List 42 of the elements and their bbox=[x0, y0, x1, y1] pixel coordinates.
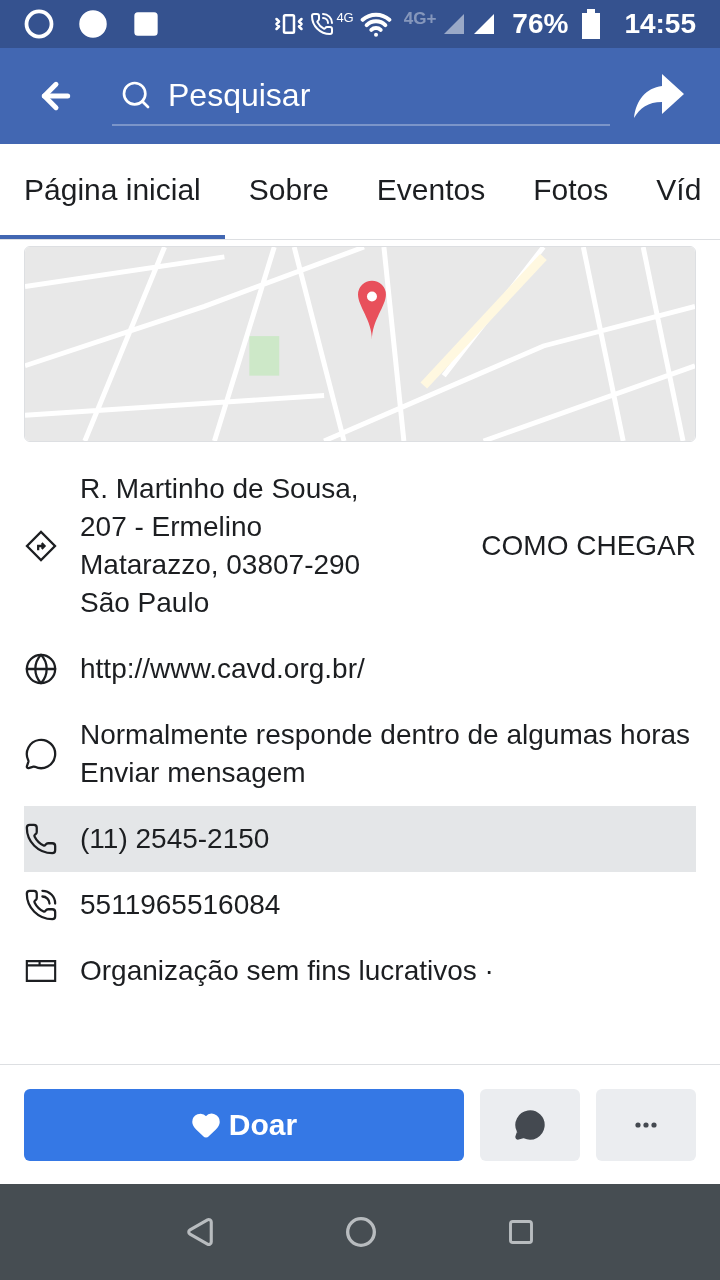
home-icon[interactable] bbox=[345, 1216, 377, 1248]
search-field[interactable]: Pesquisar bbox=[112, 66, 610, 126]
info-text: Normalmente responde dentro de algumas horas bbox=[80, 718, 692, 752]
search-input[interactable]: Pesquisar bbox=[168, 71, 568, 119]
send-message-link[interactable]: Enviar mensagem bbox=[80, 754, 696, 792]
network-label: 4G bbox=[336, 9, 354, 28]
info-text: R. Martinho de Sousa, 207 - Ermelino Matarazzo, 03807-290 São Paulo bbox=[80, 472, 362, 620]
tab[interactable]: Víd bbox=[632, 144, 720, 239]
more-icon bbox=[635, 1121, 657, 1128]
recents-icon[interactable] bbox=[507, 1218, 535, 1246]
info-row[interactable]: Organização sem fins lucrativos · bbox=[24, 938, 696, 1004]
tab[interactable]: Eventos bbox=[352, 144, 510, 239]
clock: 14:55 bbox=[624, 7, 696, 41]
network-label: 4G+ bbox=[403, 8, 437, 31]
globe-icon bbox=[24, 652, 58, 686]
messenger-icon bbox=[514, 1108, 546, 1141]
info-text: Organização sem fins lucrativos · bbox=[80, 954, 495, 988]
info-text: (11) 2545-2150 bbox=[80, 822, 271, 856]
phone-icon bbox=[24, 822, 58, 856]
signal-icon bbox=[472, 12, 497, 36]
share-icon[interactable] bbox=[634, 74, 684, 118]
tab[interactable]: Fotos bbox=[509, 144, 633, 239]
info-row[interactable]: (11) 2545-2150 bbox=[24, 806, 696, 872]
directions-icon bbox=[24, 529, 58, 563]
search-icon bbox=[120, 79, 152, 111]
info-row[interactable]: R. Martinho de Sousa, 207 - Ermelino Matarazzo, 03807-290 São Paulo COMO CHEGAR bbox=[24, 456, 696, 636]
call-icon bbox=[310, 12, 335, 36]
info-text: http://www.cavd.org.br/ bbox=[80, 652, 366, 686]
info-row[interactable]: http://www.cavd.org.br/ bbox=[24, 636, 696, 702]
battery-level: 76% bbox=[512, 7, 569, 41]
tab[interactable]: Página inicial bbox=[0, 144, 225, 239]
info-text: 5511965516084 bbox=[80, 888, 282, 922]
back-icon[interactable] bbox=[185, 1217, 215, 1247]
signal-icon bbox=[442, 12, 467, 36]
directions-button[interactable]: COMO CHEGAR bbox=[481, 525, 696, 567]
message-button[interactable] bbox=[480, 1088, 580, 1161]
tab[interactable]: Sobre bbox=[224, 144, 353, 239]
messenger-icon bbox=[24, 737, 58, 771]
donate-button[interactable]: Doar bbox=[24, 1088, 464, 1161]
info-row[interactable]: Normalmente responde dentro de algumas horas Enviar mensagem bbox=[24, 702, 696, 806]
info-row[interactable]: 5511965516084 bbox=[24, 872, 696, 938]
battery-icon bbox=[582, 9, 601, 39]
